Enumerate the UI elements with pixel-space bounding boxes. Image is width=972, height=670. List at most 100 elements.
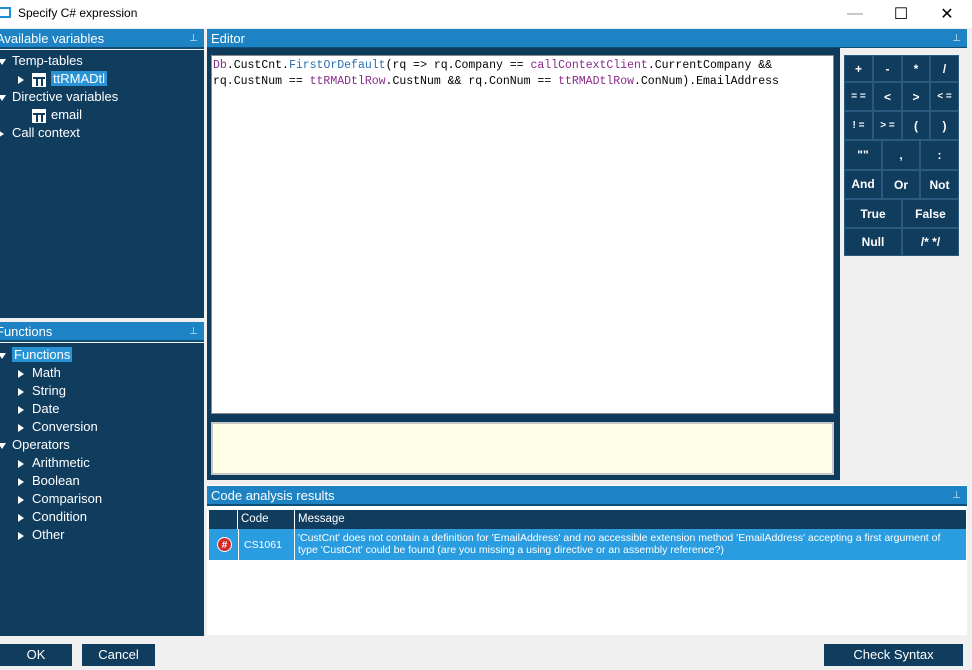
chevron-right-icon[interactable] [18, 75, 24, 84]
chevron-right-icon[interactable] [18, 459, 24, 468]
code-token: .ConNum).EmailAddress [634, 75, 779, 88]
functions-tree: Functions Math String Date Conversion Op… [0, 343, 204, 636]
chevron-down-icon[interactable] [0, 94, 6, 101]
editor-title: Editor [211, 31, 245, 46]
tree-item-boolean[interactable]: Boolean [18, 472, 80, 490]
chevron-right-icon[interactable] [18, 513, 24, 522]
variables-tree: Temp-tables ttRMADtl Directive variables… [0, 50, 204, 318]
tree-item-comparison[interactable]: Comparison [18, 490, 102, 508]
results-title: Code analysis results [211, 488, 335, 503]
table-row[interactable]: # CS1061 'CustCnt' does not contain a de… [209, 529, 966, 560]
chevron-right-icon[interactable] [18, 495, 24, 504]
variables-panel-header: Available variables ⊥ [0, 29, 204, 49]
results-panel [207, 485, 967, 635]
tree-item-operators[interactable]: Operators [0, 436, 70, 454]
window-title: Specify C# expression [18, 6, 138, 20]
pin-icon[interactable]: ⊥ [952, 486, 961, 506]
comma-button[interactable]: , [882, 140, 920, 170]
tree-item-temp-tables[interactable]: Temp-tables [0, 52, 83, 70]
minus-button[interactable]: - [873, 55, 902, 82]
tree-item-label: Temp-tables [12, 53, 83, 68]
result-message: 'CustCnt' does not contain a definition … [298, 532, 941, 556]
variable-icon [32, 108, 46, 123]
false-button[interactable]: False [902, 199, 959, 228]
tree-item-label: ttRMADtl [51, 71, 107, 86]
tree-item-label: Boolean [32, 473, 80, 488]
tree-item-label: Call context [12, 125, 80, 140]
result-code: CS1061 [238, 529, 295, 560]
tree-item-math[interactable]: Math [18, 364, 61, 382]
greater-equal-button[interactable]: > = [873, 111, 902, 140]
chevron-down-icon[interactable] [0, 58, 6, 65]
chevron-right-icon[interactable] [18, 423, 24, 432]
grid-header-message[interactable]: Message [295, 510, 966, 529]
null-button[interactable]: Null [844, 228, 902, 256]
tree-item-label: Math [32, 365, 61, 380]
code-token: rq.CustNum == [213, 75, 310, 88]
cancel-button[interactable]: Cancel [82, 644, 155, 666]
grid-header-icon [209, 510, 238, 529]
grid-header-code[interactable]: Code [238, 510, 295, 529]
comment-button[interactable]: /* */ [902, 228, 959, 256]
tree-item-label: Directive variables [12, 89, 119, 104]
tree-item-arithmetic[interactable]: Arithmetic [18, 454, 90, 472]
chevron-right-icon[interactable] [18, 387, 24, 396]
editor-header: Editor ⊥ [207, 29, 967, 49]
close-button[interactable]: ✕ [924, 0, 970, 28]
chevron-down-icon[interactable] [0, 352, 6, 359]
true-button[interactable]: True [844, 199, 902, 228]
and-button[interactable]: And [844, 170, 882, 199]
code-line-1: Db.CustCnt.FirstOrDefault(rq => rq.Compa… [213, 58, 832, 74]
greater-than-button[interactable]: > [902, 82, 930, 111]
quote-button[interactable]: "" [844, 140, 882, 170]
multiply-button[interactable]: * [902, 55, 930, 82]
chevron-right-icon[interactable] [18, 369, 24, 378]
tree-item-condition[interactable]: Condition [18, 508, 87, 526]
pin-icon[interactable]: ⊥ [189, 322, 198, 342]
less-than-button[interactable]: < [873, 82, 902, 111]
chevron-right-icon[interactable] [18, 531, 24, 540]
pin-icon[interactable]: ⊥ [189, 29, 198, 49]
not-button[interactable]: Not [920, 170, 959, 199]
or-button[interactable]: Or [882, 170, 920, 199]
check-syntax-button[interactable]: Check Syntax [824, 644, 963, 666]
tree-item-string[interactable]: String [18, 382, 66, 400]
tree-item-email[interactable]: email [32, 106, 82, 124]
chevron-down-icon[interactable] [0, 442, 6, 449]
tree-item-other[interactable]: Other [18, 526, 65, 544]
ok-button[interactable]: OK [0, 644, 72, 666]
code-token: .CurrentCompany && [647, 59, 773, 72]
code-token: (rq => rq.Company == [385, 59, 531, 72]
tree-item-ttrmadtl[interactable]: ttRMADtl [18, 70, 107, 88]
maximize-button[interactable]: ☐ [878, 0, 924, 28]
message-box [211, 422, 834, 475]
less-equal-button[interactable]: < = [930, 82, 959, 111]
code-token: .CustNum && rq.ConNum == [385, 75, 559, 88]
open-paren-button[interactable]: ( [902, 111, 930, 140]
tree-item-label: String [32, 383, 66, 398]
pin-icon[interactable]: ⊥ [952, 29, 961, 49]
divide-button[interactable]: / [930, 55, 959, 82]
chevron-right-icon[interactable] [18, 477, 24, 486]
variables-panel-title: Available variables [0, 31, 105, 46]
title-bar: Specify C# expression — ☐ ✕ [0, 0, 972, 28]
tree-item-label: Date [32, 401, 60, 416]
functions-panel-title: Functions [0, 324, 53, 339]
tree-item-date[interactable]: Date [18, 400, 59, 418]
plus-button[interactable]: + [844, 55, 873, 82]
tree-item-functions[interactable]: Functions [0, 346, 73, 364]
tree-item-call-context[interactable]: Call context [0, 124, 80, 142]
tree-item-directive-variables[interactable]: Directive variables [0, 88, 118, 106]
equals-button[interactable]: = = [844, 82, 873, 111]
chevron-right-icon[interactable] [0, 129, 4, 138]
functions-panel-header: Functions ⊥ [0, 322, 204, 342]
chevron-right-icon[interactable] [18, 405, 24, 414]
bottom-bar: OK Cancel Check Syntax [0, 636, 972, 670]
expression-editor[interactable]: Db.CustCnt.FirstOrDefault(rq => rq.Compa… [211, 55, 834, 414]
colon-button[interactable]: : [920, 140, 959, 170]
tree-item-conversion[interactable]: Conversion [18, 418, 98, 436]
error-icon: # [217, 537, 232, 552]
minimize-button[interactable]: — [832, 0, 878, 28]
close-paren-button[interactable]: ) [930, 111, 959, 140]
not-equal-button[interactable]: ! = [844, 111, 873, 140]
